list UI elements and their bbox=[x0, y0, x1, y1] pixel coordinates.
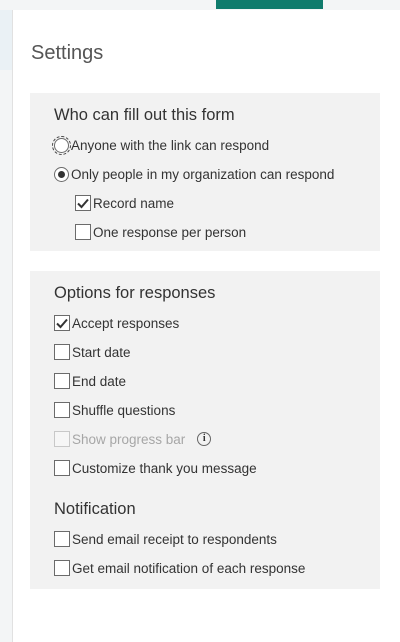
end-date-label: End date bbox=[72, 373, 127, 389]
notification-heading: Notification bbox=[54, 500, 136, 518]
end-date-checkbox[interactable] bbox=[54, 373, 70, 389]
checkbox-one-response[interactable]: One response per person bbox=[75, 222, 246, 242]
checkbox-customize-thank-you[interactable]: Customize thank you message bbox=[54, 458, 257, 478]
show-progress-bar-checkbox bbox=[54, 431, 70, 447]
radio-anyone-label: Anyone with the link can respond bbox=[71, 137, 270, 153]
checkbox-email-notification[interactable]: Get email notification of each response bbox=[54, 558, 305, 578]
customize-thank-you-checkbox[interactable] bbox=[54, 460, 70, 476]
send-email-receipt-label: Send email receipt to respondents bbox=[72, 531, 277, 547]
radio-anyone-with-link[interactable]: Anyone with the link can respond bbox=[52, 135, 270, 155]
accept-responses-checkbox[interactable] bbox=[54, 315, 70, 331]
email-notification-label: Get email notification of each response bbox=[72, 560, 306, 576]
radio-only-organization[interactable]: Only people in my organization can respo… bbox=[54, 164, 334, 184]
checkbox-accept-responses[interactable]: Accept responses bbox=[54, 313, 179, 333]
shuffle-questions-label: Shuffle questions bbox=[72, 402, 176, 418]
checkbox-shuffle-questions[interactable]: Shuffle questions bbox=[54, 400, 175, 420]
send-email-receipt-checkbox[interactable] bbox=[54, 531, 70, 547]
accept-responses-label: Accept responses bbox=[72, 315, 180, 331]
record-name-checkbox[interactable] bbox=[75, 195, 91, 211]
radio-organization-label: Only people in my organization can respo… bbox=[71, 166, 335, 182]
show-progress-bar-label: Show progress bar bbox=[72, 431, 186, 447]
start-date-label: Start date bbox=[72, 344, 131, 360]
left-gutter-accent bbox=[0, 10, 12, 70]
left-gutter bbox=[0, 10, 12, 642]
customize-thank-you-label: Customize thank you message bbox=[72, 460, 257, 476]
one-response-checkbox[interactable] bbox=[75, 224, 91, 240]
who-can-fill-section: Who can fill out this form Anyone with t… bbox=[30, 93, 380, 251]
options-for-responses-heading: Options for responses bbox=[54, 284, 216, 302]
top-strip bbox=[0, 0, 400, 10]
check-icon bbox=[77, 198, 89, 209]
shuffle-questions-checkbox[interactable] bbox=[54, 402, 70, 418]
options-for-responses-section: Options for responses Accept responses S… bbox=[30, 271, 380, 589]
info-icon[interactable]: i bbox=[197, 432, 212, 446]
checkbox-show-progress-bar: Show progress bar i bbox=[54, 429, 212, 449]
settings-panel: Settings Who can fill out this form Anyo… bbox=[12, 10, 400, 642]
checkbox-start-date[interactable]: Start date bbox=[54, 342, 131, 362]
checkbox-send-email-receipt[interactable]: Send email receipt to respondents bbox=[54, 529, 277, 549]
start-date-checkbox[interactable] bbox=[54, 344, 70, 360]
check-icon bbox=[56, 318, 68, 329]
radio-anyone-button[interactable] bbox=[52, 135, 71, 155]
record-name-label: Record name bbox=[93, 195, 175, 211]
checkbox-end-date[interactable]: End date bbox=[54, 371, 126, 391]
radio-organization-button[interactable] bbox=[54, 166, 69, 182]
who-can-fill-heading: Who can fill out this form bbox=[54, 106, 235, 124]
checkbox-record-name[interactable]: Record name bbox=[75, 193, 174, 213]
one-response-label: One response per person bbox=[93, 224, 247, 240]
email-notification-checkbox[interactable] bbox=[54, 560, 70, 576]
settings-title: Settings bbox=[31, 42, 104, 64]
active-tab-indicator bbox=[216, 0, 323, 9]
